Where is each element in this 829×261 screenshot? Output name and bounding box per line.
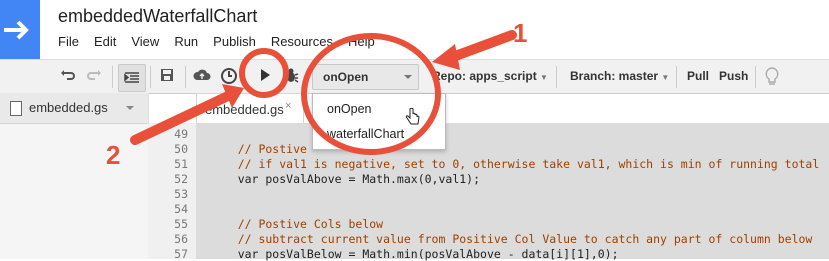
menu-run[interactable]: Run: [174, 34, 198, 49]
menu-help[interactable]: Help: [348, 34, 375, 49]
menu-view[interactable]: View: [131, 34, 159, 49]
editor-tab-label: embedded.gs: [205, 102, 284, 117]
toolbar-divider: [150, 66, 151, 88]
code-line: // if val1 is negative, set to 0, otherw…: [210, 157, 820, 171]
chevron-down-icon[interactable]: [126, 106, 134, 110]
toolbar-divider: [676, 66, 677, 88]
code-line: // Postive: [210, 142, 307, 156]
hand-cursor-icon: [405, 108, 420, 125]
branch-select[interactable]: Branch: master ▼: [570, 69, 669, 83]
arrow-logo-icon: [4, 20, 29, 40]
close-tab-icon[interactable]: ×: [285, 100, 291, 112]
save-icon[interactable]: [157, 67, 177, 87]
code-line: // subtract current value from Positive …: [210, 232, 813, 246]
dropdown-option-waterfallchart[interactable]: waterfallChart: [327, 127, 404, 141]
annotation-label-1: 1: [513, 18, 528, 48]
function-dropdown: onOpen waterfallChart: [312, 93, 446, 150]
dropdown-option-onopen[interactable]: onOpen: [327, 102, 371, 116]
repo-select[interactable]: Repo: apps_script ▼: [432, 69, 548, 83]
chevron-down-icon: ▼: [540, 73, 548, 82]
pull-button[interactable]: Pull: [687, 69, 709, 83]
line-number: 49: [174, 127, 188, 141]
project-title[interactable]: embeddedWaterfallChart: [58, 6, 257, 27]
line-number: 54: [174, 202, 188, 216]
push-button[interactable]: Push: [719, 69, 748, 83]
annotation-label-2: 2: [106, 140, 121, 170]
toolbar-divider: [755, 66, 756, 88]
chevron-down-icon: [404, 75, 412, 79]
toolbar-divider: [556, 66, 557, 88]
file-panel: embedded.gs: [0, 93, 149, 259]
code-line: var posValAbove = Math.max(0,val1);: [210, 172, 481, 186]
debug-icon[interactable]: [281, 67, 301, 87]
menu-edit[interactable]: Edit: [94, 34, 116, 49]
line-number: 53: [174, 187, 188, 201]
file-icon: [10, 101, 22, 116]
function-select-value: onOpen: [323, 70, 369, 84]
file-name: embedded.gs: [29, 100, 108, 115]
menu-bar: File Edit View Run Publish Resources Hel…: [58, 34, 390, 49]
run-icon[interactable]: [255, 67, 275, 87]
repo-label: Repo: apps_script: [432, 69, 537, 83]
cloud-icon[interactable]: [192, 67, 212, 87]
code-line: // Postive Cols below: [210, 217, 384, 231]
function-select[interactable]: onOpen: [312, 64, 419, 90]
clock-icon[interactable]: [219, 67, 239, 87]
chevron-down-icon: ▼: [661, 73, 670, 82]
lightbulb-icon[interactable]: [762, 67, 782, 87]
menu-resources[interactable]: Resources: [271, 34, 333, 49]
redo-icon[interactable]: [84, 67, 104, 87]
line-number: 56: [174, 232, 188, 246]
branch-label: Branch: master: [570, 69, 659, 83]
line-number: 51: [174, 157, 188, 171]
toolbar-divider: [112, 66, 113, 88]
toolbar: onOpen Repo: apps_script ▼ Branch: maste…: [0, 59, 829, 94]
apps-script-logo[interactable]: [0, 0, 40, 59]
menu-file[interactable]: File: [58, 34, 79, 49]
line-number: 55: [174, 217, 188, 231]
toolbar-divider: [185, 66, 186, 88]
menu-publish[interactable]: Publish: [213, 34, 256, 49]
indent-icon[interactable]: [118, 64, 146, 92]
file-item[interactable]: embedded.gs: [0, 93, 148, 124]
arrow-1: [445, 30, 517, 63]
line-number: 52: [174, 172, 188, 186]
undo-icon[interactable]: [58, 67, 78, 87]
line-number: 50: [174, 142, 188, 156]
